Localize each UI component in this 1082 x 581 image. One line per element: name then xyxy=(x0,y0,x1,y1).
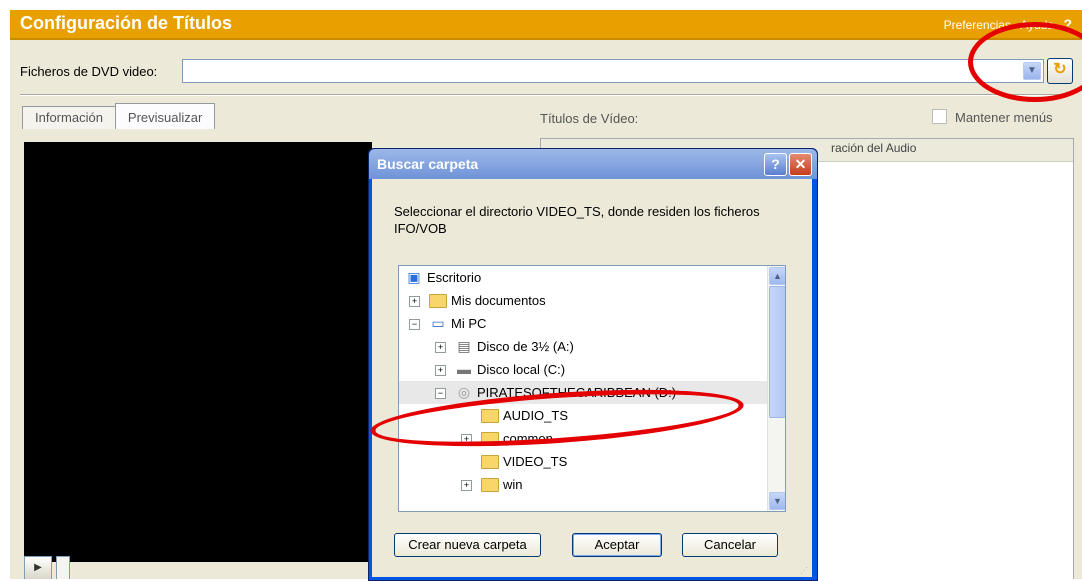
play-button[interactable]: ▶ xyxy=(24,556,52,579)
tree-item-label: Escritorio xyxy=(427,270,482,285)
keep-menus-checkbox[interactable] xyxy=(932,109,947,124)
tree-item-label: Mi PC xyxy=(451,316,487,331)
title-bar: Configuración de Títulos Preferencias Ay… xyxy=(10,10,1082,40)
harddisk-icon: ▬ xyxy=(457,361,471,377)
video-preview xyxy=(24,142,372,562)
scroll-down-button[interactable]: ▼ xyxy=(769,492,785,510)
tree-scrollbar[interactable]: ▲ ▼ xyxy=(767,266,785,511)
folder-icon xyxy=(481,476,499,492)
expand-icon[interactable]: + xyxy=(435,365,446,376)
dialog-help-button[interactable]: ? xyxy=(764,153,787,176)
ok-button[interactable]: Aceptar xyxy=(572,533,662,557)
keep-menus-label: Mantener menús xyxy=(955,110,1053,125)
tree-item-disco-c[interactable]: + ▬ Disco local (C:) xyxy=(399,358,767,381)
dialog-message: Seleccionar el directorio VIDEO_TS, dond… xyxy=(394,204,760,236)
tree-item-win[interactable]: + win xyxy=(399,473,767,496)
cancel-button[interactable]: Cancelar xyxy=(682,533,778,557)
page-title: Configuración de Títulos xyxy=(20,13,232,33)
tree-item-label: win xyxy=(503,477,523,492)
tree-item-label: VIDEO_TS xyxy=(503,454,568,469)
tab-informacion[interactable]: Información xyxy=(22,106,116,129)
dialog-title-bar: Buscar carpeta ? ✕ xyxy=(369,149,817,179)
new-folder-button[interactable]: Crear nueva carpeta xyxy=(394,533,541,557)
floppy-icon: ▤ xyxy=(457,338,471,354)
dvd-icon: ◎ xyxy=(457,384,471,400)
tree-item-label: Mis documentos xyxy=(451,293,546,308)
desktop-icon: ▣ xyxy=(407,269,421,285)
tree-item-mis-documentos[interactable]: + Mis documentos xyxy=(399,289,767,312)
expand-icon[interactable]: + xyxy=(409,296,420,307)
folder-icon xyxy=(429,292,447,308)
play-icon: ▶ xyxy=(34,562,42,573)
keep-menus-option[interactable]: Mantener menús xyxy=(932,109,1053,125)
folder-icon xyxy=(481,453,499,469)
column-header-audio-duration[interactable]: ración del Audio xyxy=(831,141,916,155)
dialog-title: Buscar carpeta xyxy=(377,156,479,172)
tree-item-video-ts[interactable]: VIDEO_TS xyxy=(399,450,767,473)
dvd-source-combo[interactable]: ▼ xyxy=(182,59,1044,83)
tree-item-label: Disco local (C:) xyxy=(477,362,566,377)
computer-icon: ▭ xyxy=(431,315,445,331)
tree-item-escritorio[interactable]: ▣ Escritorio xyxy=(399,266,767,289)
tree-item-mi-pc[interactable]: − ▭ Mi PC xyxy=(399,312,767,335)
expand-icon[interactable]: + xyxy=(461,480,472,491)
seek-slider-handle[interactable] xyxy=(56,556,70,579)
scroll-up-button[interactable]: ▲ xyxy=(769,267,785,285)
tab-previsualizar[interactable]: Previsualizar xyxy=(114,103,216,129)
video-titles-label: Títulos de Vídeo: xyxy=(540,111,639,126)
dialog-close-button[interactable]: ✕ xyxy=(789,153,812,176)
source-label: Ficheros de DVD video: xyxy=(20,64,158,79)
scroll-thumb[interactable] xyxy=(769,286,785,418)
source-row: Ficheros de DVD video: ▼ ↻ xyxy=(10,58,1082,86)
tree-item-label: Disco de 3½ (A:) xyxy=(477,339,574,354)
tab-strip: Información Previsualizar xyxy=(22,103,216,130)
tree-item-disco-a[interactable]: + ▤ Disco de 3½ (A:) xyxy=(399,335,767,358)
divider xyxy=(20,94,1072,96)
dialog-body: Seleccionar el directorio VIDEO_TS, dond… xyxy=(372,179,812,577)
expand-icon[interactable]: + xyxy=(435,342,446,353)
browse-folder-dialog: Buscar carpeta ? ✕ Seleccionar el direct… xyxy=(368,148,818,581)
resize-grip-icon[interactable]: ⋰ xyxy=(800,566,808,575)
folder-tree[interactable]: ▣ Escritorio + Mis documentos − ▭ Mi PC … xyxy=(398,265,786,512)
collapse-icon[interactable]: − xyxy=(409,319,420,330)
collapse-icon[interactable]: − xyxy=(435,388,446,399)
